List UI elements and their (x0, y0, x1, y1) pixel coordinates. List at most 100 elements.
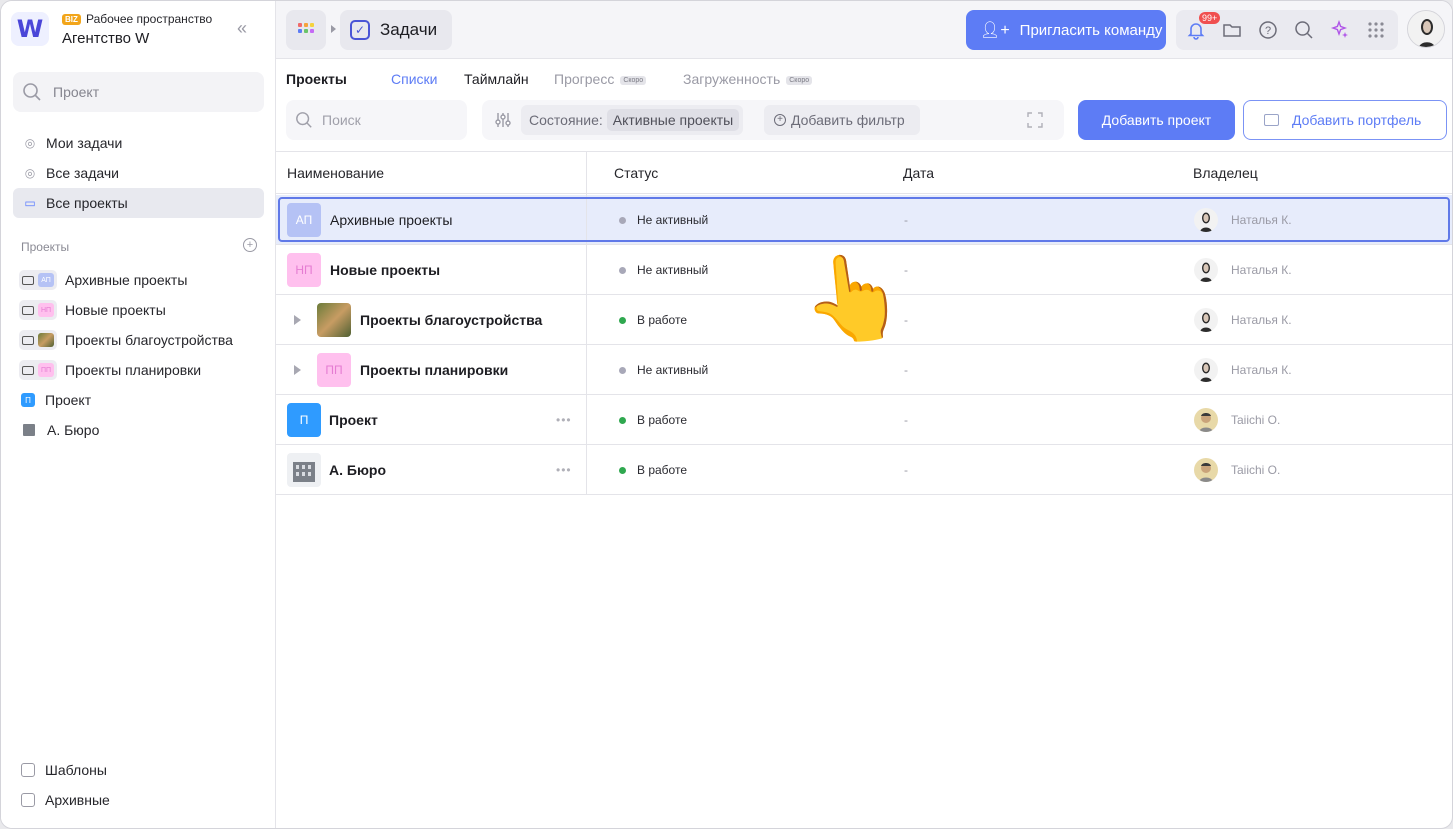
status-cell: Не активный (619, 363, 708, 377)
column-header-name[interactable]: Наименование (287, 165, 384, 181)
expand-caret-icon[interactable] (294, 315, 301, 325)
project-label: Проекты планировки (65, 362, 202, 378)
templates-label: Шаблоны (45, 762, 107, 778)
module-tasks-button[interactable]: ✓ Задачи (340, 10, 452, 50)
date-cell: - (904, 463, 908, 477)
sidebar-project-project[interactable]: П Проект (21, 388, 91, 412)
user-portrait-icon (1408, 11, 1444, 47)
status-dot (619, 466, 626, 474)
add-project-icon[interactable]: + (243, 238, 257, 252)
search-placeholder: Поиск (322, 112, 361, 128)
search-icon[interactable] (1294, 20, 1314, 40)
project-name: Новые проекты (330, 262, 441, 278)
help-icon[interactable]: ? (1258, 20, 1278, 40)
project-avatar: ПП (317, 353, 351, 387)
templates-icon (21, 763, 35, 777)
status-dot (619, 266, 626, 274)
table-row[interactable]: ПП Проекты планировки Не активный - Ната… (276, 345, 1452, 395)
toolbar-icons: 99+ ? (1176, 10, 1398, 50)
workspace-subtitle: Рабочее пространство (86, 12, 213, 26)
nav-all-tasks[interactable]: ◎ Все задачи (13, 158, 264, 188)
workspace-switcher[interactable]: W BIZ Рабочее пространство Агентство W (11, 10, 266, 50)
row-menu-icon[interactable]: ••• (556, 413, 572, 427)
add-portfolio-label: Добавить портфель (1292, 112, 1422, 128)
module-title: Задачи (380, 20, 438, 39)
table-row[interactable]: А. Бюро ••• В работе - Taiichi O. (276, 445, 1452, 495)
date-cell: - (904, 263, 908, 277)
add-filter-button[interactable]: + Добавить фильтр (764, 105, 920, 135)
project-thumbnail (317, 303, 351, 337)
sidebar-search-input[interactable]: Проект (13, 72, 264, 112)
project-folder-chip: АП (19, 270, 57, 290)
sidebar-project-landscaping[interactable]: Проекты благоустройства (19, 328, 233, 352)
owner-cell: Наталья К. (1194, 308, 1292, 332)
nav-label: Все задачи (46, 165, 119, 181)
project-avatar: ПП (38, 363, 54, 377)
status-text: Не активный (637, 363, 709, 377)
tab-progress-label: Прогресс (554, 71, 615, 87)
expand-caret-icon[interactable] (294, 365, 301, 375)
nav-all-projects[interactable]: ▭ Все проекты (13, 188, 264, 218)
column-header-owner[interactable]: Владелец (1193, 165, 1258, 181)
sidebar-archived[interactable]: Архивные (21, 792, 110, 808)
selected-row-outline (278, 197, 1450, 242)
sidebar-project-archive[interactable]: АП Архивные проекты (19, 268, 187, 292)
tab-timeline[interactable]: Таймлайн (464, 71, 529, 87)
expand-icon[interactable] (1026, 111, 1044, 129)
soon-badge: Скоро (786, 76, 813, 85)
column-header-date[interactable]: Дата (903, 165, 934, 181)
search-icon (296, 112, 312, 128)
owner-avatar (1194, 258, 1218, 282)
status-dot (619, 416, 626, 424)
project-name: Проект (329, 412, 378, 428)
folder-icon (1264, 114, 1279, 126)
plus-circle-icon: + (774, 114, 786, 126)
project-name: Проекты благоустройства (360, 312, 543, 328)
add-portfolio-button[interactable]: Добавить портфель (1243, 100, 1447, 140)
add-project-button[interactable]: Добавить проект (1078, 100, 1235, 140)
date-cell: - (904, 413, 908, 427)
owner-cell: Наталья К. (1194, 258, 1292, 282)
date-cell: - (904, 363, 908, 377)
state-filter-label: Состояние: (529, 112, 603, 128)
svg-text:?: ? (1265, 25, 1271, 37)
table-header: Наименование Статус Дата Владелец (276, 151, 1452, 194)
filter-sliders-icon[interactable] (494, 111, 512, 129)
sidebar-search-placeholder: Проект (53, 84, 100, 100)
status-cell: В работе (619, 413, 687, 427)
project-search-input[interactable]: Поиск (286, 100, 467, 140)
invite-team-button[interactable]: 👤︎+ Пригласить команду (966, 10, 1166, 50)
projects-heading: Проекты (286, 71, 347, 87)
tab-lists[interactable]: Списки (391, 71, 437, 87)
tab-progress[interactable]: Прогресс Скоро (554, 71, 647, 87)
sidebar-project-bureau[interactable]: А. Бюро (21, 418, 99, 442)
owner-cell: Taiichi O. (1194, 408, 1280, 432)
sidebar-project-planning[interactable]: ПП Проекты планировки (19, 358, 201, 382)
building-thumbnail (287, 453, 321, 487)
collapse-sidebar-icon[interactable]: « (237, 18, 247, 39)
column-header-status[interactable]: Статус (614, 165, 658, 181)
status-cell: Не активный (619, 263, 708, 277)
nav-label: Мои задачи (46, 135, 123, 151)
check-circle-icon: ◎ (24, 136, 36, 150)
apps-grid-icon (298, 23, 314, 33)
status-dot (619, 316, 626, 324)
status-dot (619, 366, 626, 374)
projects-section-title: Проекты (21, 240, 70, 254)
building-icon (293, 462, 315, 482)
project-folder-chip (19, 330, 57, 350)
sidebar-templates[interactable]: Шаблоны (21, 762, 107, 778)
table-row[interactable]: П Проект ••• В работе - Taiichi O. (276, 395, 1452, 445)
sidebar-project-new[interactable]: НП Новые проекты (19, 298, 166, 322)
apps-menu-button[interactable] (286, 10, 326, 50)
row-menu-icon[interactable]: ••• (556, 463, 572, 477)
project-avatar: НП (287, 253, 321, 287)
folder-icon[interactable] (1222, 20, 1242, 40)
state-filter-chip[interactable]: Состояние: Активные проекты (521, 105, 744, 135)
grid-icon[interactable] (1366, 20, 1386, 40)
user-avatar[interactable] (1407, 10, 1445, 48)
folder-icon (22, 305, 34, 315)
tab-workload[interactable]: Загруженность Скоро (683, 71, 813, 87)
sparkles-icon[interactable] (1330, 20, 1350, 40)
nav-my-tasks[interactable]: ◎ Мои задачи (13, 128, 264, 158)
